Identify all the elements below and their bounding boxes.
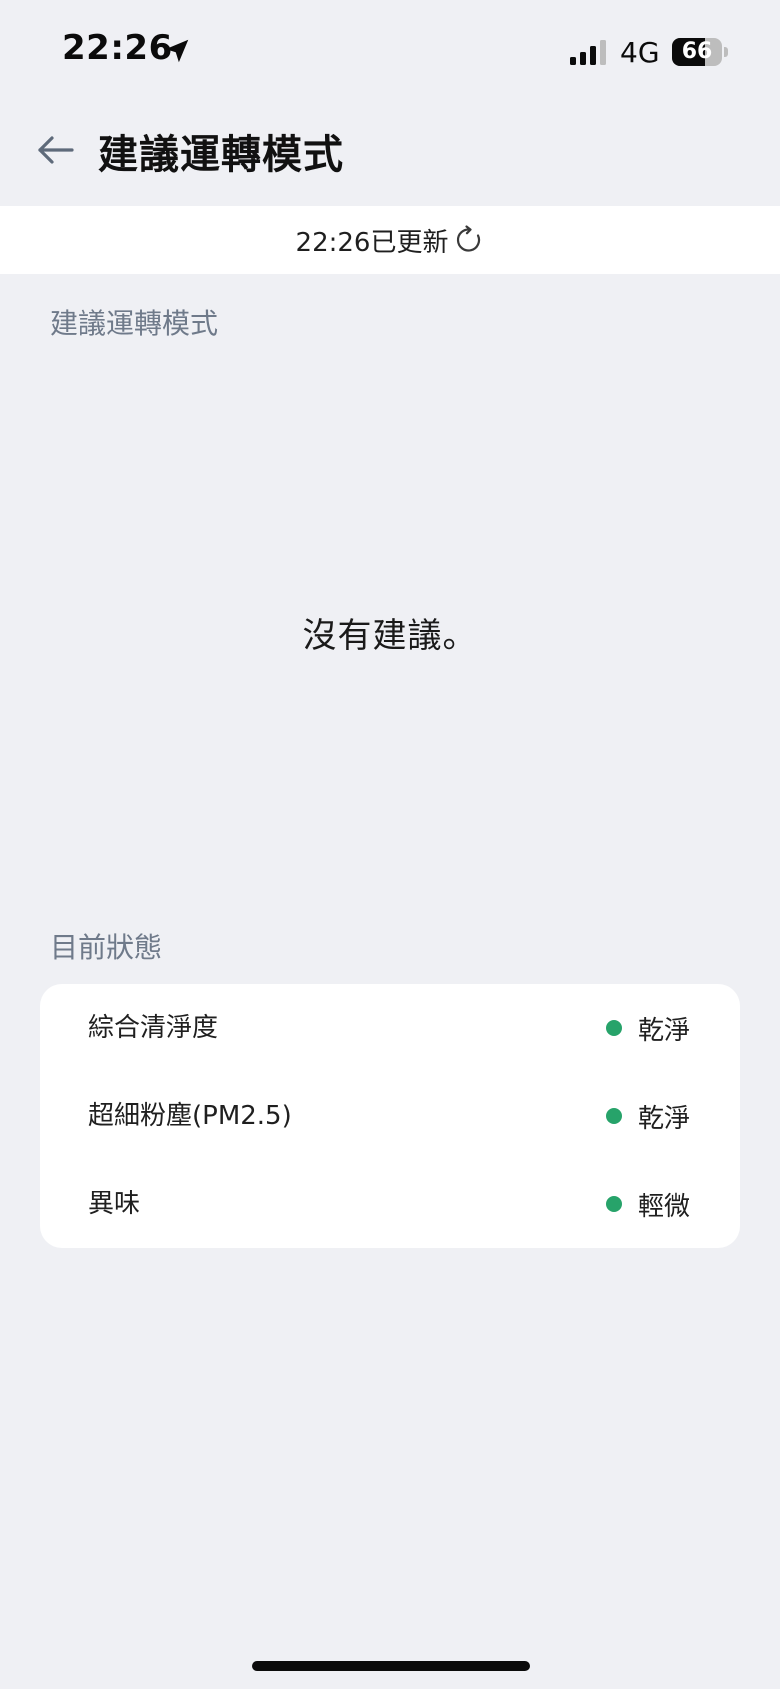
- battery-icon: 66: [672, 38, 728, 66]
- cellular-signal-icon: [570, 40, 606, 65]
- status-dot-icon: [605, 1108, 622, 1124]
- status-row-value: 乾淨: [637, 1103, 690, 1134]
- suggestion-section-label: 建議運轉模式: [50, 307, 219, 340]
- status-row-overall: 綜合清淨度 乾淨: [40, 984, 740, 1072]
- battery-cap: [724, 47, 728, 57]
- home-indicator[interactable]: [252, 1661, 530, 1671]
- status-row-value-group: 乾淨: [605, 1072, 690, 1160]
- page-header: 建議運轉模式: [0, 100, 780, 206]
- status-row-label: 超細粉塵(PM2.5): [88, 1101, 292, 1131]
- status-time: 22:26: [62, 28, 173, 68]
- network-type: 4G: [620, 36, 660, 69]
- status-row-label: 綜合清淨度: [88, 1013, 219, 1043]
- arrow-left-icon: [38, 136, 74, 164]
- last-updated-text: 22:26已更新: [295, 227, 449, 258]
- update-info: 22:26已更新: [296, 206, 485, 274]
- status-row-label: 異味: [88, 1189, 141, 1219]
- status-bar: 22:26 4G 66: [0, 0, 780, 100]
- status-row-value-group: 輕微: [605, 1160, 690, 1248]
- status-row-value: 乾淨: [637, 1015, 690, 1046]
- status-card: 綜合清淨度 乾淨 超細粉塵(PM2.5) 乾淨 異味 輕微: [40, 984, 740, 1248]
- location-arrow-icon: [165, 39, 189, 63]
- status-row-pm25: 超細粉塵(PM2.5) 乾淨: [40, 1072, 740, 1160]
- status-row-value-group: 乾淨: [605, 984, 690, 1072]
- update-bar: 22:26已更新: [0, 206, 780, 274]
- page-title: 建議運轉模式: [98, 132, 344, 178]
- empty-suggestion-message: 沒有建議。: [302, 616, 478, 656]
- battery-percent: 66: [681, 39, 713, 64]
- back-button[interactable]: [30, 124, 82, 176]
- status-dot-icon: [605, 1020, 622, 1036]
- status-dot-icon: [605, 1196, 622, 1212]
- status-section-label: 目前狀態: [50, 931, 163, 964]
- battery-body: 66: [672, 38, 722, 66]
- status-row-odor: 異味 輕微: [40, 1160, 740, 1248]
- refresh-icon[interactable]: [454, 225, 484, 255]
- status-row-value: 輕微: [637, 1191, 690, 1222]
